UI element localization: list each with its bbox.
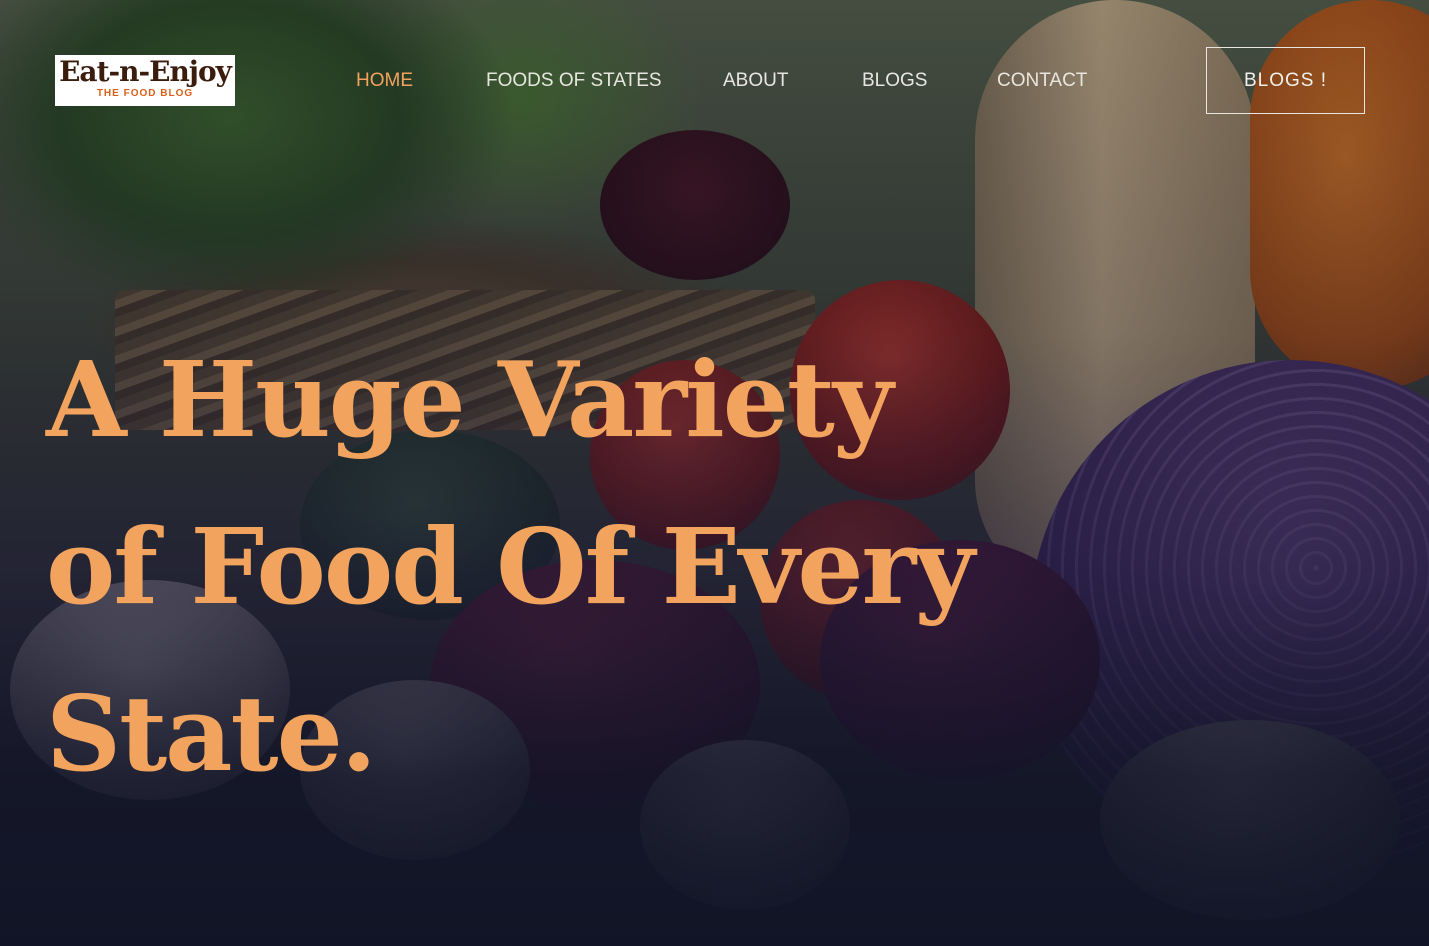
nav-item-contact[interactable]: CONTACT <box>997 68 1087 94</box>
hero-headline: A Huge Variety of Food Of Every State. <box>46 316 975 817</box>
hero-section: Eat-n-Enjoy THE FOOD BLOG HOME FOODS OF … <box>0 0 1429 946</box>
site-logo[interactable]: Eat-n-Enjoy THE FOOD BLOG <box>55 55 235 106</box>
logo-title: Eat-n-Enjoy <box>59 55 232 88</box>
logo-subtitle: THE FOOD BLOG <box>96 88 194 99</box>
blogs-cta-button[interactable]: BLOGS ! <box>1206 47 1365 114</box>
headline-line: State. <box>46 672 377 795</box>
nav-item-about[interactable]: ABOUT <box>723 68 788 94</box>
headline-line: of Food Of Every <box>46 505 975 628</box>
nav-item-foods-of-states[interactable]: FOODS OF STATES <box>486 68 662 94</box>
headline-line: A Huge Variety <box>46 338 893 461</box>
nav-item-home[interactable]: HOME <box>356 68 413 94</box>
nav-item-blogs[interactable]: BLOGS <box>862 68 927 94</box>
navbar: Eat-n-Enjoy THE FOOD BLOG HOME FOODS OF … <box>0 0 1429 160</box>
